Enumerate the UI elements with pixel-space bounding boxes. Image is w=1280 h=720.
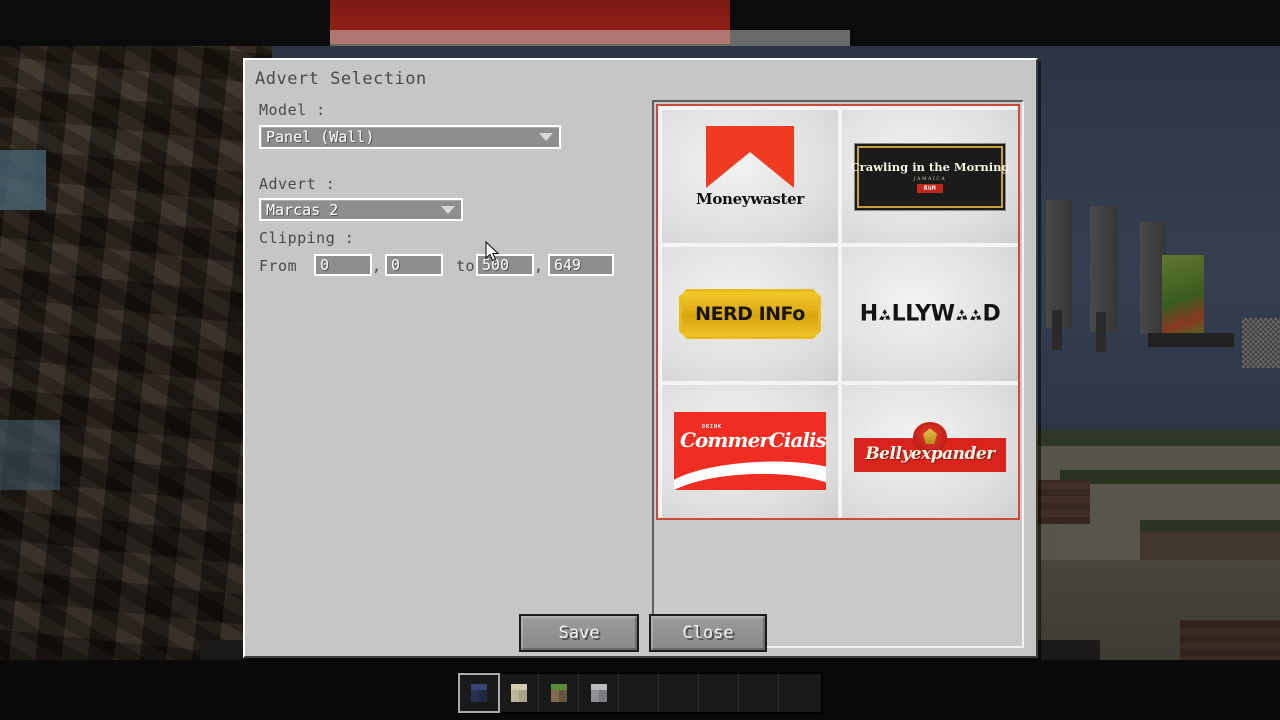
commercialism-banner: DRINK CommerCialism — [674, 412, 826, 491]
clip-x1-input[interactable]: 0 — [314, 254, 372, 276]
comma-separator-1: , — [372, 257, 382, 275]
clip-y1-value: 0 — [391, 256, 401, 274]
grass-block-icon — [549, 684, 569, 702]
hotbar-slot-1[interactable] — [458, 673, 500, 713]
moneywaster-chevron-icon — [706, 126, 794, 188]
nerd-info-label: NERD INFo — [695, 302, 805, 325]
bellyexpander-banner: Bellyexpander — [854, 422, 1006, 480]
stone-block-icon — [589, 684, 609, 702]
cyan-block-patch — [0, 150, 46, 210]
model-dropdown-value: Panel (Wall) — [266, 128, 375, 146]
hollywood-lly: LLYW — [891, 301, 955, 327]
hotbar-slot-6[interactable] — [659, 674, 699, 712]
dialog-title: Advert Selection — [255, 69, 427, 89]
advert-thumb-commercialism[interactable]: DRINK CommerCialism — [662, 384, 838, 518]
billboard-base — [1148, 333, 1234, 347]
post-leg-1 — [1052, 310, 1062, 350]
white-billboard-stripe — [330, 30, 850, 46]
model-label: Model : — [259, 101, 326, 119]
hotbar-slot-4[interactable] — [579, 674, 619, 712]
rum-badge: RUM — [916, 184, 944, 194]
billboard-post-1 — [1046, 200, 1072, 328]
chevron-down-icon — [441, 205, 455, 214]
recycle-icon — [969, 309, 982, 321]
clip-x2-value: 500 — [482, 256, 510, 274]
from-label: From — [259, 257, 298, 275]
hotbar-slot-3[interactable] — [539, 674, 579, 712]
hotbar-slot-9[interactable] — [779, 674, 819, 712]
advert-thumb-bellyexpander[interactable]: Bellyexpander — [842, 384, 1018, 518]
sand-block-icon — [509, 684, 529, 702]
post-leg-2 — [1096, 312, 1106, 352]
hollywood-h: H — [859, 301, 878, 327]
hotbar-slot-5[interactable] — [619, 674, 659, 712]
clip-y2-value: 649 — [554, 256, 582, 274]
rum-title: Crawling in the Morning — [850, 160, 1010, 175]
advert-thumb-crawling-in-the-morning[interactable]: Crawling in the Morning JAMAICA RUM — [842, 110, 1018, 244]
world-billboard-image — [1162, 255, 1204, 335]
advert-thumb-moneywaster[interactable]: Moneywaster — [662, 110, 838, 244]
model-dropdown[interactable]: Panel (Wall) — [259, 125, 561, 149]
advert-dropdown-value: Marcas 2 — [266, 200, 339, 219]
cyan-block-patch-2 — [0, 420, 60, 490]
hollywood-wordmark: H LLYW D — [860, 301, 1001, 326]
advert-selection-dialog: Advert Selection Model : Panel (Wall) Ad… — [243, 58, 1038, 658]
bellyexpander-label: Bellyexpander — [865, 444, 995, 465]
close-button-label: Close — [682, 623, 734, 643]
advert-grid: Moneywaster Crawling in the Morning JAMA… — [662, 110, 1018, 518]
advert-thumb-hollywood[interactable]: H LLYW D — [842, 247, 1018, 381]
advert-thumb-nerd-info[interactable]: NERD INFo — [662, 247, 838, 381]
chevron-down-icon — [539, 133, 553, 141]
blue-block-icon — [469, 684, 489, 702]
hotbar-slot-7[interactable] — [699, 674, 739, 712]
to-label: to — [456, 257, 476, 275]
recycle-icon — [879, 309, 891, 321]
advert-dropdown[interactable]: Marcas 2 — [259, 198, 463, 221]
close-button[interactable]: Close — [649, 614, 767, 652]
comma-separator-2: , — [534, 257, 544, 275]
rum-sign: Crawling in the Morning JAMAICA RUM — [850, 145, 1010, 208]
clip-y1-input[interactable]: 0 — [385, 254, 443, 276]
bush — [1242, 318, 1280, 368]
commercialism-label: CommerCialism — [680, 428, 826, 453]
hotbar[interactable] — [457, 672, 823, 714]
rum-subtitle: JAMAICA — [913, 177, 947, 183]
hotbar-slot-8[interactable] — [739, 674, 779, 712]
clip-x1-value: 0 — [320, 256, 330, 274]
clip-x2-input[interactable]: 500 — [476, 254, 534, 276]
hollywood-d: D — [982, 301, 1001, 327]
clip-y2-input[interactable]: 649 — [548, 254, 614, 276]
hotbar-slot-2[interactable] — [499, 674, 539, 712]
advert-label: Advert : — [259, 175, 336, 193]
advert-preview-panel: Moneywaster Crawling in the Morning JAMA… — [652, 100, 1024, 648]
clipping-label: Clipping : — [259, 229, 355, 247]
save-button-label: Save — [558, 623, 600, 643]
advert-selection-frame: Moneywaster Crawling in the Morning JAMA… — [656, 104, 1020, 520]
dirt-wall — [0, 0, 272, 720]
save-button[interactable]: Save — [519, 614, 639, 652]
moneywaster-label: Moneywaster — [696, 190, 804, 208]
nerd-info-badge: NERD INFo — [679, 289, 821, 339]
